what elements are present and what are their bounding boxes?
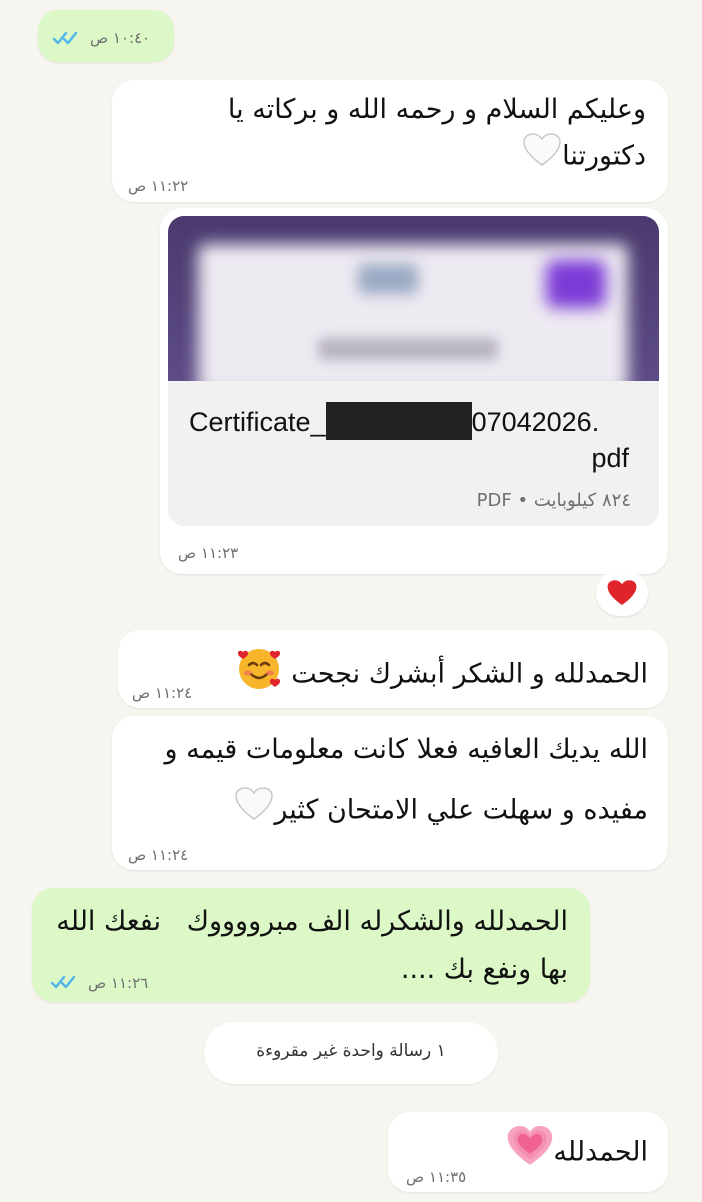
message-bubble-incoming[interactable]: وعليكم السلام و رحمه الله و بركاته يا دك… — [112, 80, 668, 202]
message-bubble-incoming[interactable]: الله يديك العافيه فعلا كانت معلومات قيمه… — [112, 716, 668, 870]
message-text-line: مفيده و سهلت علي الامتحان كثير — [118, 786, 648, 836]
message-bubble-outgoing[interactable]: الحمدلله والشكرله الف مبرووووك نفعك الله… — [32, 888, 590, 1002]
message-time: ١١:٢٤ ص — [128, 846, 189, 864]
white-heart-icon — [522, 132, 562, 182]
message-time: ١٠:٤٠ ص — [90, 29, 151, 47]
growing-heart-icon — [507, 1126, 553, 1180]
message-time: ١١:٢٦ ص — [88, 974, 149, 992]
smiling-face-with-hearts-icon — [235, 644, 283, 706]
message-text: الله يديك العافيه فعلا كانت معلومات قيمه… — [118, 728, 649, 836]
read-ticks-icon — [50, 975, 76, 989]
message-text: وعليكم السلام و رحمه الله و بركاته يا دك… — [126, 88, 646, 182]
message-time: ١١:٢٣ ص — [178, 544, 239, 562]
message-text-line: وعليكم السلام و رحمه الله و بركاته يا — [227, 94, 646, 125]
white-heart-icon — [234, 786, 274, 836]
message-reaction[interactable] — [596, 570, 648, 616]
message-time: ١١:٢٤ ص — [132, 684, 193, 702]
message-time: ١١:٣٥ ص — [406, 1168, 467, 1186]
unread-messages-banner: ١ رسالة واحدة غير مقروءة — [204, 1022, 498, 1084]
document-preview-image[interactable] — [168, 216, 659, 381]
message-text-line: دكتورتنا — [126, 132, 646, 182]
document-message-bubble[interactable]: Certificate_ 07042026. pdf ٨٢٤ كيلوبايت •… — [160, 208, 668, 574]
message-text-line: الحمدلله والشكرله الف مبرووووك نفعك الله — [56, 906, 568, 937]
message-time: ١١:٢٢ ص — [128, 177, 189, 195]
document-file-name: Certificate_ 07042026. pdf — [189, 402, 629, 476]
message-bubble-incoming[interactable]: الحمدلله و الشكر أبشرك نجحت ١١:٢٤ ص — [118, 630, 668, 708]
message-text: الحمدلله — [507, 1126, 648, 1180]
message-bubble-incoming[interactable]: الحمدلله ١١:٣٥ ص — [388, 1112, 668, 1192]
message-text: الحمدلله و الشكر أبشرك نجحت — [235, 644, 648, 706]
message-bubble-outgoing[interactable]: ١٠:٤٠ ص — [38, 10, 174, 62]
message-text-line: الله يديك العافيه فعلا كانت معلومات قيمه… — [164, 734, 649, 765]
read-ticks-icon — [52, 31, 78, 45]
red-heart-icon — [606, 578, 638, 612]
document-meta: ٨٢٤ كيلوبايت • PDF — [476, 490, 631, 511]
document-card[interactable]: Certificate_ 07042026. pdf ٨٢٤ كيلوبايت •… — [168, 216, 659, 526]
redacted-block — [325, 402, 472, 440]
